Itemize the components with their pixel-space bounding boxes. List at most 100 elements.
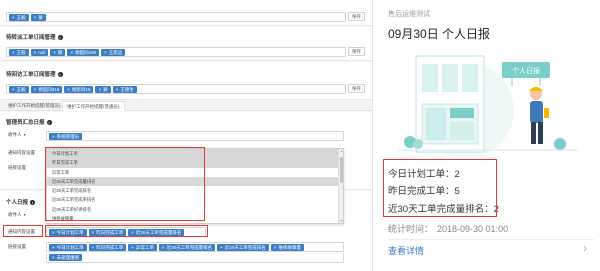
remove-icon[interactable]: ×	[53, 49, 56, 56]
dropdown-option[interactable]: 近30天工单完成率排名	[47, 195, 343, 204]
remove-icon[interactable]: ×	[52, 244, 55, 251]
dropdown-option[interactable]: 维修故障量	[47, 214, 343, 223]
remove-icon[interactable]: ×	[116, 86, 119, 93]
remove-icon[interactable]: ×	[34, 49, 37, 56]
chevron-down-icon: ▾	[23, 212, 26, 217]
tag[interactable]: × 蒙	[30, 13, 46, 21]
scroll-up-icon[interactable]: ▲	[339, 149, 343, 153]
tag[interactable]: × 今日计划工单	[49, 243, 87, 251]
remove-icon[interactable]: ×	[92, 244, 95, 251]
save-button[interactable]: 保存	[348, 47, 365, 56]
view-details-link[interactable]: 查看详情	[388, 244, 424, 257]
helmet-icon	[529, 87, 543, 91]
dropdown-option[interactable]: 近30天工单好评排名	[47, 205, 343, 214]
window-shape	[462, 64, 478, 92]
notify-content-label: 通知内容设置	[8, 150, 35, 155]
section-title: 待转派工单订阅管理 i	[6, 35, 63, 41]
tag[interactable]: × 杨超同190	[67, 48, 100, 56]
section-title: 待回访工单订阅管理 i	[6, 72, 63, 78]
tag[interactable]: × 今日计划工单	[49, 228, 87, 236]
remove-icon[interactable]: ×	[34, 14, 37, 21]
remove-icon[interactable]: ×	[131, 229, 134, 236]
tag[interactable]: × 颖	[95, 85, 111, 93]
tag[interactable]: × 系统管理员	[49, 132, 83, 140]
daily-report-illustration: 个人日报	[398, 55, 578, 156]
tag[interactable]: × 近30天工单完成排名	[217, 243, 269, 251]
ranking-text: 近30天工单完成量排名：2	[388, 204, 499, 215]
remove-icon[interactable]: ×	[162, 244, 165, 251]
notify-content-dropdown-menu[interactable]: 今日计划工单 昨日完成工单 异常工单 近30天工单完成量排名 近30天工单完成排…	[46, 148, 344, 224]
dropdown-option[interactable]: 近30天工单完成排名	[47, 186, 343, 195]
link-settings-tag-input[interactable]: × 今日计划工单 × 昨日完成工单 × 异常工单 × 近30天工单完成量排名 × 近30天…	[46, 242, 344, 252]
link-settings-label: 链接设置	[8, 244, 26, 249]
scrollbar-thumb[interactable]	[340, 157, 343, 183]
recipient-dropdown[interactable]: 收件人 ▾	[8, 212, 26, 218]
tab-admin-reminder[interactable]: 维护工作开始提醒(管理员)	[4, 101, 65, 111]
remove-icon[interactable]: ×	[220, 244, 223, 251]
remove-icon[interactable]: ×	[52, 254, 55, 261]
link-settings-label: 链接设置	[8, 165, 26, 170]
remove-icon[interactable]: ×	[12, 49, 15, 56]
tag[interactable]: × 王毅	[9, 85, 29, 93]
tag[interactable]: × 近30天工单完成量排名	[158, 243, 216, 251]
pending-tag-input[interactable]: × 王毅 × null × 颖 × 杨超同190 × 王思远	[6, 47, 346, 57]
notify-content-tag-input[interactable]: × 今日计划工单 × 昨日完成工单 × 近30天工单完成量排名	[46, 227, 206, 237]
remove-icon[interactable]: ×	[52, 229, 55, 236]
remove-icon[interactable]: ×	[52, 133, 55, 140]
remove-icon[interactable]: ×	[274, 244, 277, 251]
tag[interactable]: × 王毅	[9, 13, 29, 21]
tag[interactable]: × 杨思同16	[64, 85, 94, 93]
save-button[interactable]: 保存	[348, 12, 365, 21]
divider	[388, 239, 594, 240]
tag[interactable]: × 维修故障量	[270, 243, 304, 251]
person-body-icon	[530, 101, 543, 123]
info-icon: i	[57, 35, 63, 40]
dropdown-option[interactable]: 异常工单	[47, 168, 343, 177]
save-button[interactable]: 保存	[348, 84, 365, 93]
tag[interactable]: × null	[30, 48, 49, 56]
remove-icon[interactable]: ×	[70, 49, 73, 56]
tag[interactable]: × 王德生	[112, 85, 137, 93]
dropdown-option[interactable]: 昨日完成工单	[47, 158, 343, 168]
remove-icon[interactable]: ×	[12, 86, 15, 93]
remove-icon[interactable]: ×	[92, 229, 95, 236]
remove-icon[interactable]: ×	[12, 14, 15, 21]
tag[interactable]: × 未处理维修	[49, 254, 83, 261]
tag[interactable]: × 王思远	[101, 48, 126, 56]
dropdown-option[interactable]: 近30天工单完成量排名	[47, 176, 343, 187]
chevron-right-icon[interactable]: ›	[583, 241, 587, 255]
recipient-dropdown[interactable]: 收件人 ▾	[8, 132, 26, 138]
tab-staff-reminder[interactable]: 维护工作开始提醒(普通员)	[62, 101, 125, 111]
tag[interactable]: × 昨日完成工单	[88, 243, 127, 251]
tag[interactable]: × 颖	[50, 48, 66, 56]
tag[interactable]: × 昨日完成工单	[88, 228, 127, 236]
stat-time: 统计时间： 2018-09-30 01:00	[388, 224, 509, 234]
remove-icon[interactable]: ×	[67, 86, 70, 93]
mobile-report-preview: 售后运维测试 09月30日 个人日报 个人日报 今日计划工单：2 昨日完成工单：…	[374, 0, 600, 271]
link-settings-tag-input-row2[interactable]: × 未处理维修	[46, 253, 344, 263]
tag[interactable]: × 杨思同315	[30, 85, 63, 93]
company-subtitle: 售后运维测试	[388, 11, 430, 18]
tag[interactable]: × 异常工单	[128, 243, 157, 251]
remove-icon[interactable]: ×	[34, 86, 37, 93]
revisit-tag-input[interactable]: × 王毅 × 杨思同315 × 杨思同16 × 颖 × 王德生	[6, 84, 346, 94]
window-shape	[422, 64, 438, 92]
top-tag-input[interactable]: × 王毅 × 蒙	[6, 12, 346, 22]
info-icon: i	[30, 200, 36, 205]
window-shape	[442, 64, 458, 92]
scroll-down-icon[interactable]: ▼	[339, 219, 343, 223]
dropdown-option[interactable]: 今日计划工单	[47, 149, 343, 159]
person-leg	[531, 122, 536, 144]
remove-icon[interactable]: ×	[131, 244, 134, 251]
recipient-tag-input[interactable]: × 系统管理员	[46, 131, 344, 141]
dropdown-scrollbar[interactable]: ▲ ▼	[338, 149, 343, 223]
tag[interactable]: × 近30天工单完成量排名	[128, 228, 185, 236]
machine-panel	[426, 108, 446, 140]
remove-icon[interactable]: ×	[98, 86, 101, 93]
section-title: 个人日报 i	[6, 200, 36, 206]
admin-settings-panel: × 王毅 × 蒙 保存 待转派工单订阅管理 i × 王毅 × null × 颖 × 杨超同19…	[0, 0, 373, 271]
tag[interactable]: × 王毅	[9, 48, 29, 56]
plant-icon	[554, 138, 566, 150]
person-leg	[538, 122, 543, 144]
remove-icon[interactable]: ×	[104, 49, 107, 56]
